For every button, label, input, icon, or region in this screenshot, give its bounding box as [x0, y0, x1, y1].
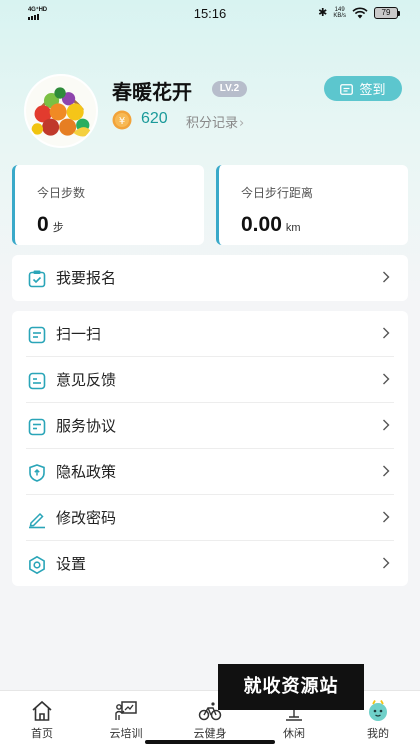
scan-icon	[28, 326, 46, 344]
menu-item-agreement[interactable]: 服务协议	[12, 403, 408, 449]
distance-value: 0.00	[241, 213, 282, 236]
distance-value-row: 0.00 km	[241, 213, 301, 237]
speed-unit: KB/s	[333, 12, 346, 19]
chevron-right-icon	[383, 557, 390, 569]
signup-card: 我要报名	[12, 255, 408, 301]
home-indicator[interactable]	[145, 740, 275, 744]
menu-item-scan[interactable]: 扫一扫	[12, 311, 408, 357]
menu-item-signup[interactable]: 我要报名	[12, 255, 408, 301]
menu-item-label: 扫一扫	[56, 325, 102, 343]
nav-label: 休闲	[283, 727, 305, 740]
pen-icon	[29, 512, 45, 529]
speed-value: 149	[334, 6, 345, 13]
username: 春暖花开	[112, 80, 192, 104]
watermark: 就收资源站	[218, 664, 364, 710]
signin-label: 签到	[359, 83, 386, 98]
distance-unit: km	[285, 222, 301, 234]
points-record-label: 积分记录	[186, 116, 239, 131]
menu-item-label: 修改密码	[56, 509, 117, 527]
steps-label: 今日步数	[37, 186, 86, 200]
signup-label: 我要报名	[56, 269, 117, 287]
distance-card: 今日步行距离 0.00 km	[216, 165, 408, 245]
chevron-right-icon	[383, 327, 390, 339]
mine-icon	[369, 700, 387, 721]
chevron-right-icon: ›	[239, 116, 245, 131]
chevron-right-icon	[383, 511, 390, 523]
fruit-basket-avatar-icon	[26, 76, 96, 146]
nav-training[interactable]: 云培训	[84, 691, 168, 746]
feedback-icon	[28, 372, 46, 390]
menu-item-label: 设置	[56, 555, 87, 573]
training-icon	[115, 701, 137, 720]
settings-menu-card: 扫一扫 意见反馈 服务协议 隐私政策 修改密码 设置	[12, 311, 408, 586]
chevron-right-icon	[383, 465, 390, 477]
steps-value-row: 0步	[37, 213, 64, 237]
menu-item-feedback[interactable]: 意见反馈	[12, 357, 408, 403]
menu-item-change-password[interactable]: 修改密码	[12, 495, 408, 541]
points-value: 620	[141, 110, 168, 127]
steps-value: 0	[37, 213, 49, 236]
svg-text:¥: ¥	[119, 116, 125, 127]
home-icon	[32, 700, 52, 721]
menu-item-label: 服务协议	[56, 417, 117, 435]
nav-label: 云培训	[109, 727, 143, 740]
calendar-icon	[340, 83, 354, 95]
nav-label: 首页	[31, 727, 53, 740]
agreement-icon	[28, 418, 46, 436]
menu-item-label: 意见反馈	[56, 371, 117, 389]
distance-label: 今日步行距离	[241, 186, 314, 200]
avatar[interactable]	[24, 74, 98, 148]
wifi-icon	[352, 7, 368, 18]
menu-item-label: 隐私政策	[56, 463, 117, 481]
points-record-link[interactable]: 积分记录›	[186, 112, 244, 131]
steps-card: 今日步数 0步	[12, 165, 204, 245]
nav-label: 我的	[367, 727, 389, 740]
status-right: ✱ 149 KB/s 79	[318, 6, 400, 19]
chevron-right-icon	[383, 373, 390, 385]
level-badge: LV.2	[212, 81, 247, 97]
menu-item-privacy[interactable]: 隐私政策	[12, 449, 408, 495]
menu-item-settings[interactable]: 设置	[12, 541, 408, 587]
nav-label: 云健身	[193, 727, 227, 740]
coin-icon: ¥	[112, 110, 132, 130]
chevron-right-icon	[383, 419, 390, 431]
network-speed: 149 KB/s	[333, 7, 346, 19]
bluetooth-icon: ✱	[318, 7, 328, 19]
battery-icon: 79	[374, 6, 400, 19]
steps-unit: 步	[52, 222, 64, 234]
signin-button[interactable]: 签到	[324, 76, 402, 101]
clipboard-check-icon	[28, 270, 46, 288]
gear-icon	[29, 555, 45, 575]
status-bar: 4G⁺HD 15:16 ✱ 149 KB/s 79	[0, 0, 420, 28]
nav-home[interactable]: 首页	[0, 691, 84, 746]
shield-icon	[29, 464, 45, 482]
chevron-right-icon	[383, 271, 390, 283]
